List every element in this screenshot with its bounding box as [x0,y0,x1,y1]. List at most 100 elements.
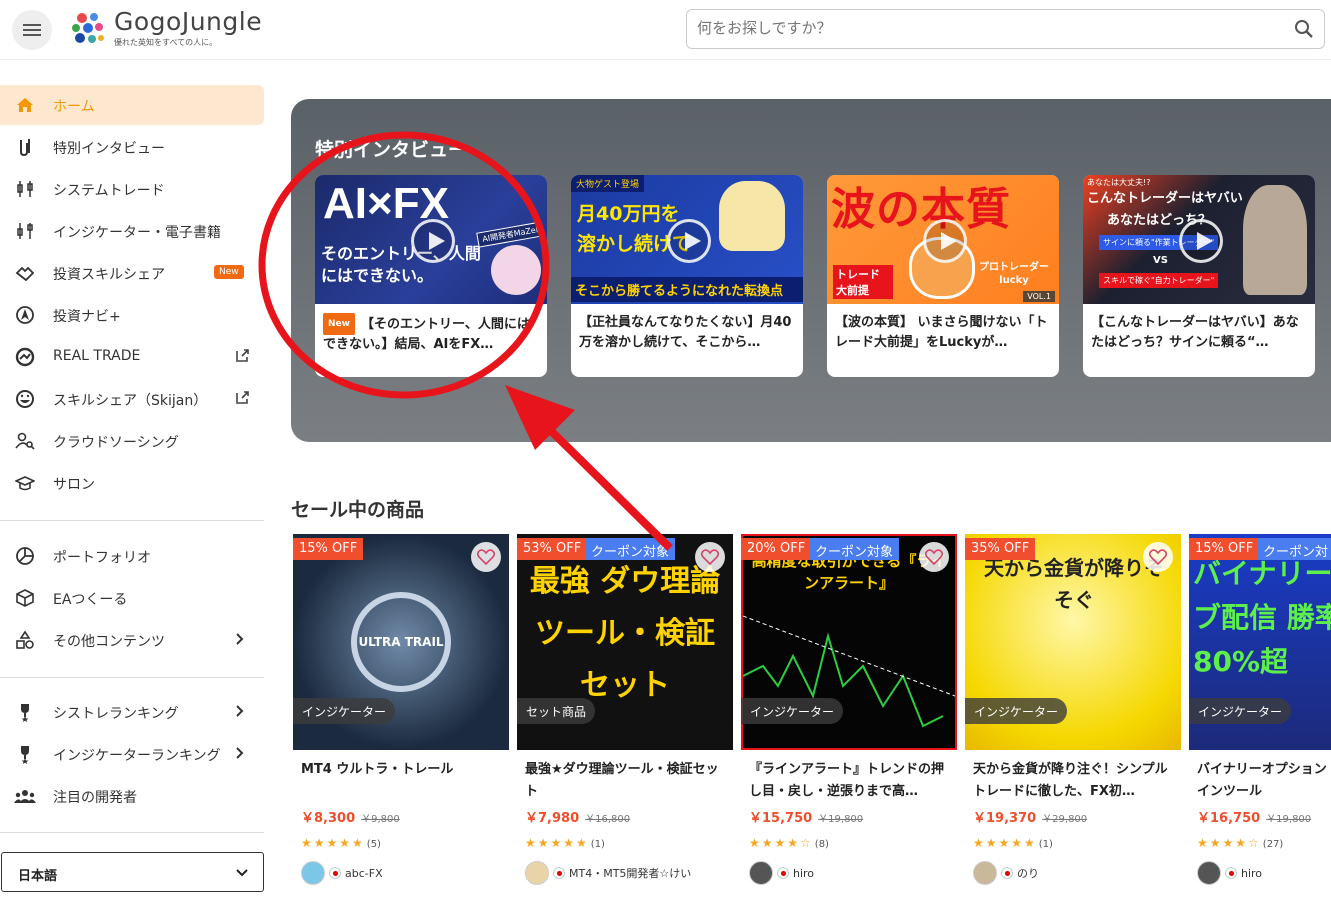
sidebar-item-systrade-ranking[interactable]: シストレランキング [0,692,264,732]
seller-info[interactable]: abc-FX [301,861,383,885]
product-card[interactable]: ULTRA TRAIL 15% OFF インジケーター MT4 ウルトラ・トレー… [293,534,509,900]
interview-card[interactable]: AI×FX そのエントリー、人間にはできない。 AI開発者MaZel New 【そ… [315,175,547,377]
card-title: 【正社員なんてなりたくない】月40万を溶かし続けて、そこから… [579,315,792,350]
sidebar-item-interview[interactable]: 特別インタビュー [0,127,264,167]
category-badge: インジケーター [741,698,844,724]
sidebar-item-label: インジケーターランキング [53,748,221,764]
presenter-avatar [491,245,541,295]
search-input[interactable] [697,19,1277,37]
sidebar-item-skijan[interactable]: スキルシェア（Skijan） [0,379,264,419]
product-title: バイナリーオプションインツール [1197,762,1327,799]
sidebar-item-label: EAつくーる [53,592,128,608]
category-badge: セット商品 [517,698,596,724]
japan-flag-icon [777,867,789,879]
seller-info[interactable]: MT4・MT5開発者☆けい [525,861,691,885]
discount-badge: 20% OFF [741,538,812,560]
thumb-vs: VS [1153,255,1168,266]
interview-card[interactable]: あなたは大丈夫!? こんなトレーダーはヤバい あなたはどっち？ サインに頼る"作… [1083,175,1315,377]
seller-name: abc-FX [345,866,383,880]
japan-flag-icon [329,867,341,879]
product-image-text: 天から金貨が降りそそぐ [984,556,1164,612]
header: GogoJungle 優れた英知をすべての人に。 [0,0,1331,60]
japan-flag-icon [1225,867,1237,879]
sidebar-item-ea-tool[interactable]: EAつくーる [0,578,264,618]
product-card[interactable]: 高精度な取引ができる『ラインアラート』 20% OFF クーポン対象 インジケー… [741,534,957,900]
pie-chart-icon [14,545,36,567]
rating-stars: ★★★★★ (1) [973,836,1053,850]
search-icon[interactable] [1294,19,1314,39]
gogojungle-logo-icon [72,13,104,43]
sidebar-item-crowdsourcing[interactable]: クラウドソーシング [0,421,264,461]
discount-badge: 53% OFF [517,538,588,560]
smile-icon [14,388,36,410]
interview-thumbnail: 波の本質 トレード大前提 プロトレーダーlucky VOL.1 [827,175,1059,304]
product-price: ￥19,370 ￥29,800 [973,811,1088,826]
seller-info[interactable]: のり [973,861,1039,885]
sidebar-item-indicator-ranking[interactable]: インジケーターランキング [0,734,264,774]
play-icon [923,219,967,263]
original-price: ￥29,800 [1042,814,1088,825]
sidebar-item-real-trade[interactable]: REAL TRADE [0,337,264,377]
person-search-icon [14,430,36,452]
rating-stars: ★★★★☆ (8) [749,836,829,850]
favorite-heart-icon[interactable] [695,542,725,572]
favorite-heart-icon[interactable] [1143,542,1173,572]
product-card[interactable]: 最強 ダウ理論 ツール・検証 セット 53% OFF クーポン対象 セット商品 … [517,534,733,900]
interview-thumbnail: AI×FX そのエントリー、人間にはできない。 AI開発者MaZel [315,175,547,304]
review-count: (1) [590,839,605,850]
product-card[interactable]: バイナリー ライブ配信 勝率80%超 15% OFF クーポン対 インジケーター… [1189,534,1331,900]
sidebar-item-label: ポートフォリオ [53,550,151,566]
new-badge: New [323,313,355,335]
sidebar-item-navi[interactable]: 投資ナビ+ [0,295,264,335]
sidebar-item-skillshare[interactable]: 投資スキルシェア New [0,253,264,293]
sidebar-item-label: REAL TRADE [53,348,141,364]
sidebar-item-home[interactable]: ホーム [0,85,264,125]
sidebar-item-system-trade[interactable]: システムトレード [0,169,264,209]
seller-info[interactable]: hiro [749,861,814,885]
seller-name: のり [1017,867,1039,880]
sidebar-item-label: システムトレード [53,183,165,199]
search-box[interactable] [686,9,1325,49]
seller-info[interactable]: hiro [1197,861,1262,885]
rating-stars: ★★★★★ (5) [301,836,381,850]
language-select[interactable]: 日本語 [1,852,264,892]
play-icon [411,219,455,263]
sidebar-item-other[interactable]: その他コンテンツ [0,620,264,660]
product-image-text: バイナリー ライブ配信 勝率80%超 [1193,557,1331,678]
product-card[interactable]: 天から金貨が降りそそぐ 35% OFF インジケーター 天から金貨が降り注ぐ！シ… [965,534,1181,900]
interview-card[interactable]: 大物ゲスト登場 月40万円を溶かし続けて そこから勝てるようになれた転換点 【正… [571,175,803,377]
interview-thumbnail: あなたは大丈夫!? こんなトレーダーはヤバい あなたはどっち？ サインに頼る"作… [1083,175,1315,304]
review-count: (8) [814,839,829,850]
product-price: ￥8,300 ￥9,800 [301,811,400,826]
sidebar-divider [0,832,264,833]
thumb-badge: プロトレーダーlucky [979,262,1049,286]
seller-name: hiro [793,866,815,880]
thumb-subtitle: そこから勝てるようになれた転換点 [571,277,803,302]
sidebar-item-salon[interactable]: サロン [0,463,264,503]
favorite-heart-icon[interactable] [919,542,949,572]
product-title: 天から金貨が降り注ぐ！シンプルトレードに徹した、FX初… [973,762,1168,799]
card-title: 【こんなトレーダーはヤバい】あなたはどっち？サインに頼る“… [1091,315,1299,350]
interview-card[interactable]: 波の本質 トレード大前提 プロトレーダーlucky VOL.1 【波の本質】 い… [827,175,1059,377]
coupon-badge: クーポン対象 [809,538,900,560]
seller-avatar [973,861,997,885]
realtrade-icon [14,346,36,368]
rating-stars: ★★★★☆ (27) [1197,836,1284,850]
review-count: (1) [1038,839,1053,850]
home-icon [14,94,36,116]
sidebar-item-developers[interactable]: 注目の開発者 [0,776,264,816]
thumb-headline: 波の本質 [831,184,1011,235]
sidebar-item-portfolio[interactable]: ポートフォリオ [0,536,264,576]
site-logo[interactable]: GogoJungle 優れた英知をすべての人に。 [68,8,262,48]
sidebar-item-label: クラウドソーシング [53,435,179,451]
product-price: ￥16,750 ￥19,800 [1197,811,1312,826]
hamburger-menu-button[interactable] [12,10,52,50]
favorite-heart-icon[interactable] [471,542,501,572]
compass-icon [14,304,36,326]
logo-tagline: 優れた英知をすべての人に。 [114,37,218,47]
external-link-icon [236,391,249,404]
original-price: ￥16,800 [585,814,631,825]
sidebar-item-indicator[interactable]: インジケーター・電子書籍 [0,211,264,251]
section-title: セール中の商品 [291,499,425,521]
shapes-icon [14,629,36,651]
